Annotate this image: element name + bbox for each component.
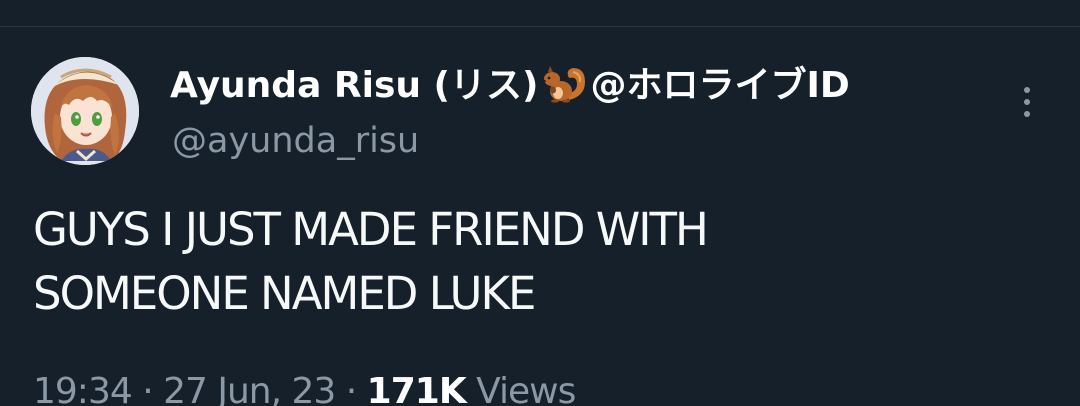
tweet-text-line: GUYS I JUST MADE FRIEND WITH: [33, 203, 709, 256]
meta-separator: ·: [345, 371, 357, 406]
squirrel-emoji-icon: [543, 66, 586, 103]
display-name[interactable]: Ayunda Risu (リス) @ホロライブID: [170, 62, 850, 110]
meta-separator: ·: [142, 371, 153, 406]
top-divider: [0, 26, 1080, 27]
tweet-meta: 19:34 · 27 Jun, 23 · 171K Views: [33, 368, 576, 406]
views-count[interactable]: 171K: [367, 371, 467, 406]
more-vertical-icon-dot: [1024, 99, 1030, 105]
user-handle[interactable]: @ayunda_risu: [172, 117, 419, 165]
more-options-button[interactable]: [1010, 80, 1044, 124]
display-name-text: Ayunda Risu (リス): [170, 65, 539, 106]
tweet-time[interactable]: 19:34: [33, 371, 133, 406]
avatar[interactable]: [31, 57, 139, 165]
views-label: Views: [476, 371, 576, 406]
tweet-text: GUYS I JUST MADE FRIEND WITH SOMEONE NAM…: [33, 198, 1033, 326]
more-vertical-icon: [1024, 87, 1030, 93]
display-name-suffix: @ホロライブID: [590, 65, 850, 106]
tweet-text-line: SOMEONE NAMED LUKE: [33, 267, 536, 320]
avatar-image: [31, 57, 139, 165]
more-vertical-icon-dot: [1024, 111, 1030, 117]
tweet-date[interactable]: 27 Jun, 23: [163, 371, 336, 406]
